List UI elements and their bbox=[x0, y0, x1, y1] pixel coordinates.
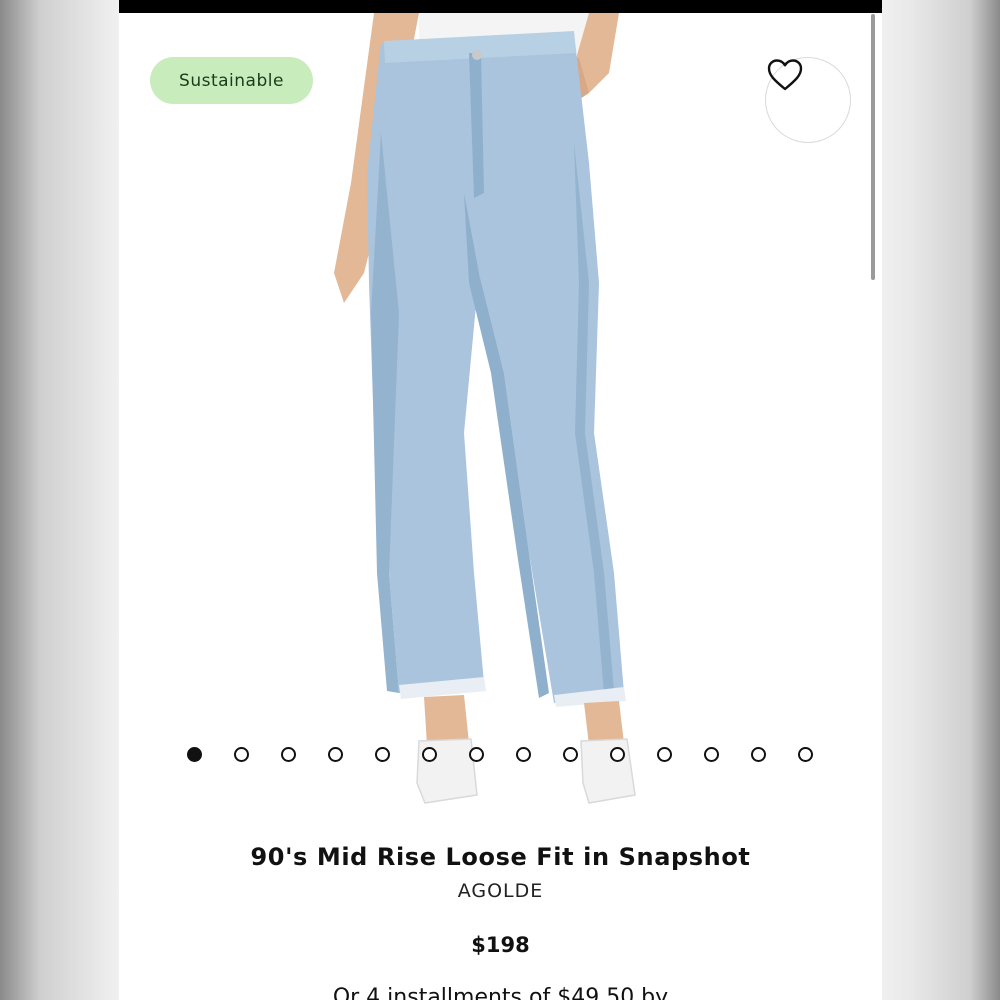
carousel-dot-6[interactable] bbox=[422, 747, 437, 762]
product-image[interactable]: Sustainable bbox=[119, 13, 882, 825]
carousel-dot-5[interactable] bbox=[375, 747, 390, 762]
product-brand[interactable]: AGOLDE bbox=[119, 880, 882, 902]
carousel-dot-14[interactable] bbox=[798, 747, 813, 762]
heart-outline-icon bbox=[767, 59, 803, 91]
product-price: $198 bbox=[471, 933, 530, 957]
carousel-dot-11[interactable] bbox=[657, 747, 672, 762]
product-page: Sustainable 90's Mid Rise Loose Fit in S… bbox=[119, 0, 882, 1000]
status-bar bbox=[119, 0, 882, 13]
carousel-dot-3[interactable] bbox=[281, 747, 296, 762]
carousel-dot-10[interactable] bbox=[610, 747, 625, 762]
scrollbar[interactable] bbox=[871, 14, 875, 280]
carousel-dot-4[interactable] bbox=[328, 747, 343, 762]
carousel-dot-2[interactable] bbox=[234, 747, 249, 762]
favorite-button[interactable] bbox=[765, 57, 851, 143]
carousel-dot-7[interactable] bbox=[469, 747, 484, 762]
jeans-photo bbox=[334, 13, 636, 804]
carousel-dot-12[interactable] bbox=[704, 747, 719, 762]
carousel-dot-8[interactable] bbox=[516, 747, 531, 762]
carousel-dot-13[interactable] bbox=[751, 747, 766, 762]
sustainable-badge: Sustainable bbox=[150, 57, 313, 104]
carousel-dot-1[interactable] bbox=[187, 747, 202, 762]
carousel-dot-9[interactable] bbox=[563, 747, 578, 762]
product-title: 90's Mid Rise Loose Fit in Snapshot bbox=[250, 843, 751, 871]
sustainable-badge-label: Sustainable bbox=[179, 70, 284, 91]
carousel-dots bbox=[187, 747, 819, 765]
installments-text: Or 4 installments of $49.50 by bbox=[332, 985, 669, 1000]
right-backdrop bbox=[882, 0, 1000, 1000]
